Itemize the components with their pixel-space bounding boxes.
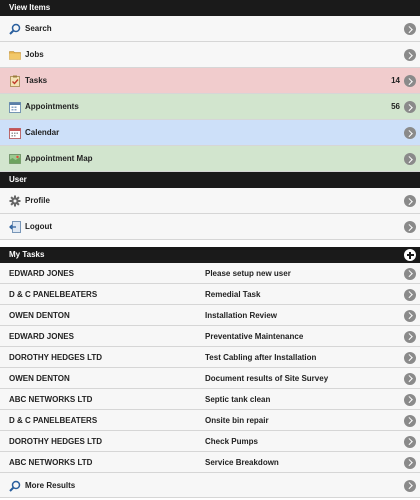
task-title: Preventative Maintenance (205, 332, 304, 341)
task-title: Remedial Task (205, 290, 261, 299)
logout-icon (9, 221, 21, 233)
chevron-right-icon (404, 221, 416, 233)
task-client: EDWARD JONES (9, 332, 74, 341)
task-client: OWEN DENTON (9, 374, 70, 383)
task-client: DOROTHY HEDGES LTD (9, 353, 103, 362)
chevron-right-icon (404, 153, 416, 165)
nav-item-calendar[interactable]: Calendar (0, 120, 420, 146)
map-icon (9, 154, 21, 164)
task-row[interactable]: D & C PANELBEATERS Onsite bin repair (0, 410, 420, 431)
tasks-count-badge: 14 (391, 76, 400, 85)
chevron-right-icon (404, 456, 416, 469)
task-client: OWEN DENTON (9, 311, 70, 320)
task-row[interactable]: ABC NETWORKS LTD Septic tank clean (0, 389, 420, 410)
gear-icon (9, 195, 21, 207)
add-task-button[interactable] (404, 249, 416, 261)
task-client: D & C PANELBEATERS (9, 416, 98, 425)
chevron-right-icon (404, 195, 416, 207)
nav-item-profile[interactable]: Profile (0, 188, 420, 214)
more-results-label: More Results (25, 481, 76, 490)
nav-item-label: Profile (25, 196, 50, 205)
chevron-right-icon (404, 414, 416, 427)
appointments-icon (9, 102, 21, 113)
chevron-right-icon (404, 435, 416, 448)
task-title: Check Pumps (205, 437, 258, 446)
nav-item-jobs[interactable]: Jobs (0, 42, 420, 68)
chevron-right-icon (404, 479, 416, 492)
task-client: D & C PANELBEATERS (9, 290, 98, 299)
task-client: DOROTHY HEDGES LTD (9, 437, 103, 446)
my-tasks-title: My Tasks (9, 250, 45, 259)
task-title: Service Breakdown (205, 458, 279, 467)
nav-item-label: Appointment Map (25, 154, 93, 163)
nav-item-tasks[interactable]: Tasks 14 (0, 68, 420, 94)
chevron-right-icon (404, 372, 416, 385)
chevron-right-icon (404, 75, 416, 87)
nav-item-appointment-map[interactable]: Appointment Map (0, 146, 420, 172)
task-title: Please setup new user (205, 269, 291, 278)
nav-item-label: Logout (25, 222, 53, 231)
task-row[interactable]: OWEN DENTON Document results of Site Sur… (0, 368, 420, 389)
nav-item-logout[interactable]: Logout (0, 214, 420, 240)
task-row[interactable]: EDWARD JONES Preventative Maintenance (0, 326, 420, 347)
chevron-right-icon (404, 127, 416, 139)
chevron-right-icon (404, 49, 416, 61)
chevron-right-icon (404, 101, 416, 113)
task-title: Document results of Site Survey (205, 374, 329, 383)
task-row[interactable]: OWEN DENTON Installation Review (0, 305, 420, 326)
chevron-right-icon (404, 23, 416, 35)
my-tasks-header: My Tasks (0, 247, 420, 263)
chevron-right-icon (404, 288, 416, 301)
nav-item-label: Calendar (25, 128, 60, 137)
task-title: Installation Review (205, 311, 278, 320)
search-icon (9, 23, 21, 35)
calendar-icon (9, 128, 21, 139)
task-title: Test Cabling after Installation (205, 353, 317, 362)
nav-item-label: Search (25, 24, 52, 33)
task-client: ABC NETWORKS LTD (9, 395, 93, 404)
chevron-right-icon (404, 330, 416, 343)
nav-item-search[interactable]: Search (0, 16, 420, 42)
tasks-icon (10, 75, 20, 87)
chevron-right-icon (404, 393, 416, 406)
chevron-right-icon (404, 267, 416, 280)
task-row[interactable]: DOROTHY HEDGES LTD Test Cabling after In… (0, 347, 420, 368)
nav-item-appointments[interactable]: Appointments 56 (0, 94, 420, 120)
chevron-right-icon (404, 351, 416, 364)
task-client: EDWARD JONES (9, 269, 74, 278)
task-row[interactable]: DOROTHY HEDGES LTD Check Pumps (0, 431, 420, 452)
chevron-right-icon (404, 309, 416, 322)
user-header: User (0, 172, 420, 188)
view-items-header: View Items (0, 0, 420, 16)
task-row[interactable]: ABC NETWORKS LTD Service Breakdown (0, 452, 420, 473)
task-client: ABC NETWORKS LTD (9, 458, 93, 467)
task-title: Septic tank clean (205, 395, 271, 404)
more-results-button[interactable]: More Results (0, 473, 420, 498)
nav-item-label: Jobs (25, 50, 44, 59)
search-icon (9, 480, 21, 492)
folder-icon (9, 51, 21, 60)
nav-item-label: Appointments (25, 102, 79, 111)
task-row[interactable]: EDWARD JONES Please setup new user (0, 263, 420, 284)
appointments-count-badge: 56 (391, 102, 400, 111)
nav-item-label: Tasks (25, 76, 48, 85)
task-row[interactable]: D & C PANELBEATERS Remedial Task (0, 284, 420, 305)
task-title: Onsite bin repair (205, 416, 269, 425)
